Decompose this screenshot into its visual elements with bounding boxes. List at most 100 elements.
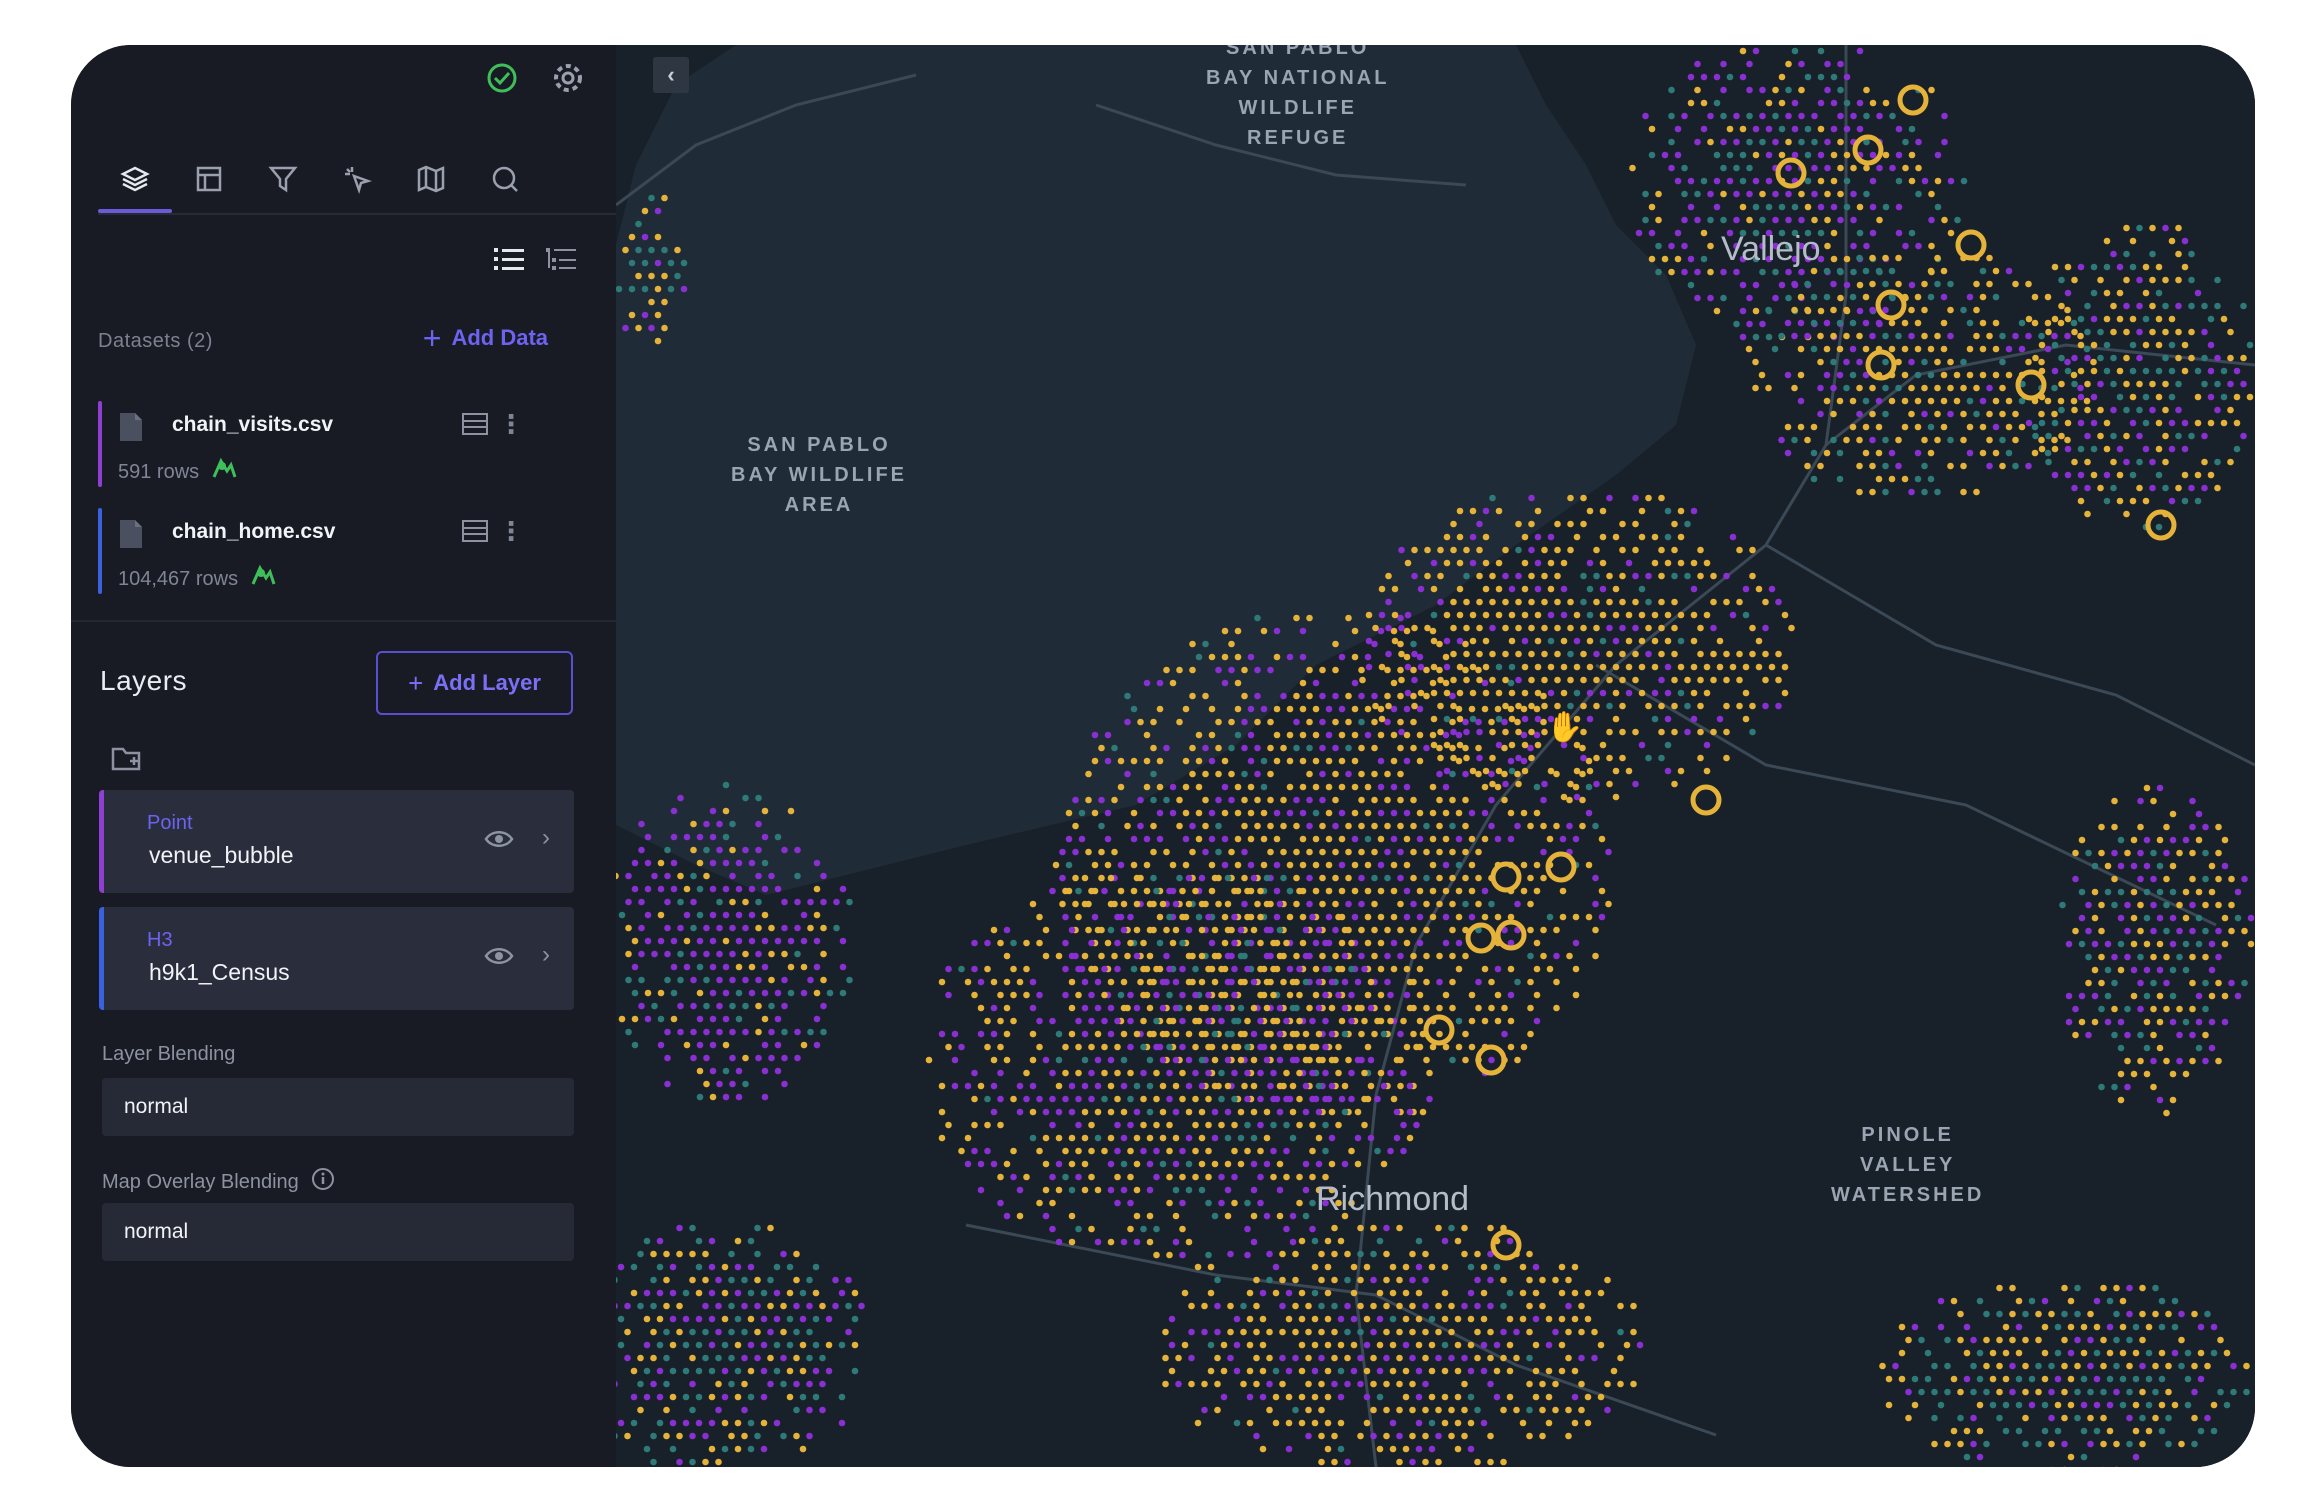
hex-dot xyxy=(657,885,665,893)
hex-dot xyxy=(1668,268,1675,276)
layer-item-h9k1-census[interactable]: H3 h9k1_Census › xyxy=(99,907,574,1010)
hex-dot xyxy=(1351,679,1359,687)
hex-dot xyxy=(1124,692,1131,700)
tab-interaction[interactable] xyxy=(320,145,394,213)
hex-dot xyxy=(708,1341,716,1349)
more-options-icon[interactable]: ⋮ xyxy=(498,409,524,440)
hex-dot xyxy=(1240,1328,1247,1336)
hex-dot xyxy=(2051,367,2059,375)
hex-dot xyxy=(1534,585,1542,593)
hex-dot xyxy=(747,1367,755,1375)
hex-dot xyxy=(1482,559,1490,567)
layer-blending-select[interactable]: normal xyxy=(102,1078,574,1136)
hex-dot xyxy=(2044,397,2052,405)
hex-dot xyxy=(2169,1018,2177,1026)
hex-dot xyxy=(1707,268,1714,276)
hex-dot xyxy=(1365,637,1373,645)
hex-dot xyxy=(1376,1289,1384,1297)
hex-dot xyxy=(1810,345,1818,353)
hex-dot xyxy=(2051,419,2059,427)
visibility-eye-icon[interactable] xyxy=(484,828,514,855)
hex-dot xyxy=(2129,367,2137,375)
hex-dot xyxy=(2150,953,2157,961)
hex-dot xyxy=(1630,1302,1637,1310)
hex-dot xyxy=(1166,887,1173,895)
map-canvas[interactable]: ‹ SAN PABLO BAY NATIONAL WILDLIFE REFUGE… xyxy=(616,45,2255,1467)
hex-dot xyxy=(1410,952,1417,960)
hex-dot xyxy=(1318,1354,1325,1362)
plus-icon: + xyxy=(408,667,424,698)
hex-dot xyxy=(1489,728,1496,736)
tab-base-map[interactable] xyxy=(394,145,468,213)
hex-dot xyxy=(2158,1427,2166,1435)
hex-dot xyxy=(1593,676,1600,684)
hex-dot xyxy=(1671,520,1678,528)
hex-dot xyxy=(1416,757,1424,765)
hex-dot xyxy=(1970,1362,1977,1370)
hex-dot xyxy=(2202,901,2209,909)
tree-view-icon[interactable] xyxy=(546,245,576,278)
list-view-icon[interactable] xyxy=(494,245,524,278)
tab-layers[interactable] xyxy=(98,145,172,213)
hex-dot xyxy=(1309,1017,1316,1025)
hex-dot xyxy=(1088,887,1095,895)
hex-dot xyxy=(747,1315,755,1323)
hex-dot xyxy=(1247,783,1255,791)
hex-dot xyxy=(1361,1095,1368,1103)
add-group-folder-icon[interactable] xyxy=(111,745,143,778)
hex-dot xyxy=(2175,484,2182,492)
hex-dot xyxy=(1908,281,1916,289)
info-icon[interactable] xyxy=(311,1167,335,1197)
dataset-item[interactable]: chain_visits.csv 591 rows ⋮ xyxy=(98,401,568,491)
tab-filters[interactable] xyxy=(246,145,320,213)
hex-dot xyxy=(1489,650,1496,658)
overlay-blending-select[interactable]: normal xyxy=(102,1203,574,1261)
dataset-rows: 591 rows xyxy=(118,457,237,487)
hex-dot xyxy=(677,1028,684,1036)
hex-dot xyxy=(1798,112,1805,120)
hex-dot xyxy=(2038,410,2045,418)
hex-dot xyxy=(1435,1406,1442,1414)
hex-dot xyxy=(1655,242,1662,250)
hex-dot xyxy=(1250,1108,1258,1116)
hex-dot xyxy=(2178,1310,2185,1318)
dataset-item[interactable]: chain_home.csv 104,467 rows ⋮ xyxy=(98,508,568,598)
hex-dot xyxy=(2119,1323,2127,1331)
hex-dot xyxy=(2171,1297,2179,1305)
table-icon[interactable] xyxy=(462,413,488,440)
settings-gear-icon[interactable] xyxy=(550,60,586,96)
add-data-button[interactable]: + Add Data xyxy=(423,322,548,354)
hex-dot xyxy=(1429,913,1437,921)
hex-dot xyxy=(2093,1427,2101,1435)
hex-dot xyxy=(1898,1349,1906,1357)
tab-search[interactable] xyxy=(468,145,542,213)
table-icon[interactable] xyxy=(462,520,488,547)
hex-dot xyxy=(1863,242,1870,250)
hex-dot xyxy=(1397,718,1404,726)
hex-dot xyxy=(1612,533,1620,541)
hex-dot xyxy=(1494,991,1502,999)
hex-dot xyxy=(2098,849,2105,857)
visibility-eye-icon[interactable] xyxy=(484,945,514,972)
hex-dot xyxy=(1895,462,1902,470)
hex-dot xyxy=(1241,770,1248,778)
chevron-right-icon[interactable]: › xyxy=(542,941,550,969)
hex-dot xyxy=(2035,1440,2042,1448)
hex-dot xyxy=(1437,728,1444,736)
hex-dot xyxy=(1254,900,1261,908)
hex-dot xyxy=(1299,653,1307,661)
collapse-panel-button[interactable]: ‹ xyxy=(653,57,689,93)
hex-dot xyxy=(1736,702,1743,710)
hex-dot xyxy=(925,1056,933,1064)
chevron-right-icon[interactable]: › xyxy=(542,824,550,852)
layer-item-venue-bubble[interactable]: Point venue_bubble › xyxy=(99,790,574,893)
add-layer-button[interactable]: + Add Layer xyxy=(376,651,573,715)
more-options-icon[interactable]: ⋮ xyxy=(498,516,524,547)
hex-dot xyxy=(631,937,639,945)
hex-dot xyxy=(1648,229,1656,237)
hex-dot xyxy=(1493,1263,1501,1271)
hex-dot xyxy=(2117,862,2125,870)
tab-interactions[interactable] xyxy=(172,145,246,213)
hex-dot xyxy=(1198,900,1206,908)
hex-dot xyxy=(1062,1069,1069,1077)
